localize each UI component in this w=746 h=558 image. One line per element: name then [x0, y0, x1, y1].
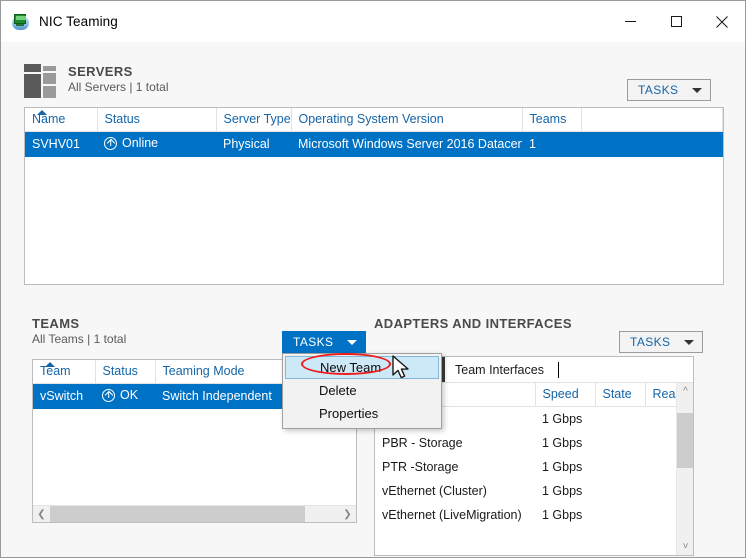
window-title: NIC Teaming	[39, 14, 118, 29]
teams-hscroll-thumb[interactable]	[50, 505, 305, 522]
server-status-text: Online	[122, 136, 159, 150]
scroll-down-icon[interactable]: ˅	[677, 538, 693, 555]
minimize-button[interactable]	[607, 1, 653, 42]
adapter-speed-cell: 1 Gbps	[542, 459, 583, 474]
teams-subheading: All Teams | 1 total	[32, 332, 127, 346]
menu-item-new-team[interactable]: New Team	[285, 356, 439, 379]
adapter-name-cell: PTR -Storage	[382, 459, 459, 474]
scroll-up-icon[interactable]: ^	[677, 383, 693, 400]
teams-tasks-menu: New Team Delete Properties	[282, 353, 442, 429]
adapters-col-state[interactable]: State	[595, 383, 646, 407]
server-type-cell: Physical	[216, 131, 291, 157]
servers-list-panel: Name Status Server Type Operating System…	[24, 107, 724, 285]
adapters-vertical-scrollbar[interactable]: ^ ˅	[676, 383, 693, 555]
adapters-vscroll-thumb[interactable]	[677, 413, 693, 468]
servers-heading: SERVERS	[68, 64, 133, 79]
chevron-down-icon	[347, 339, 358, 345]
server-teams-cell: 1	[522, 131, 581, 157]
adapter-name-cell: PBR - Storage	[382, 435, 463, 450]
servers-col-teams[interactable]: Teams	[522, 108, 582, 132]
teams-horizontal-scrollbar[interactable]: ❮ ❯	[33, 505, 356, 522]
teams-col-status[interactable]: Status	[95, 360, 156, 384]
nic-teaming-window: NIC Teaming SERVERS All Servers | 1 tota…	[0, 0, 746, 558]
arrow-up-circle-icon	[104, 136, 117, 150]
adapters-heading: ADAPTERS AND INTERFACES	[374, 316, 572, 331]
servers-section-header: SERVERS All Servers | 1 total	[68, 64, 169, 94]
menu-item-properties[interactable]: Properties	[283, 402, 441, 425]
chevron-down-icon	[684, 339, 695, 345]
servers-col-server-type[interactable]: Server Type	[216, 108, 292, 132]
tab-focus-caret	[557, 361, 559, 378]
adapters-tasks-button[interactable]: TASKS	[619, 331, 704, 353]
adapters-col-speed[interactable]: Speed	[535, 383, 596, 407]
arrow-up-circle-icon	[102, 388, 115, 402]
adapter-state-cell	[595, 503, 645, 527]
adapters-section-header: ADAPTERS AND INTERFACES	[374, 316, 572, 331]
servers-tasks-button[interactable]: TASKS	[627, 79, 712, 101]
team-status-text: OK	[120, 388, 139, 402]
servers-col-blank	[581, 108, 723, 132]
maximize-button[interactable]	[653, 1, 699, 42]
menu-item-delete-label: Delete	[319, 383, 357, 398]
table-row[interactable]: SVHV01 Online Physical Microsoft Windows…	[25, 131, 723, 157]
teams-col-teaming-mode[interactable]: Teaming Mode	[155, 360, 301, 384]
team-name-cell: vSwitch	[33, 383, 95, 409]
adapters-tasks-label: TASKS	[630, 335, 671, 349]
table-row[interactable]: vEthernet (Cluster) 1 Gbps	[375, 479, 693, 503]
server-status-cell: Online	[97, 131, 216, 157]
teams-heading: TEAMS	[32, 316, 80, 331]
servers-subheading: All Servers | 1 total	[68, 80, 169, 94]
menu-item-new-team-label: New Team	[320, 360, 382, 375]
server-blank-cell	[581, 131, 723, 157]
adapter-speed-cell: 1 Gbps	[542, 435, 583, 450]
servers-col-status[interactable]: Status	[97, 108, 217, 132]
adapter-state-cell	[595, 455, 645, 479]
tab-team-interfaces-label: Team Interfaces	[455, 362, 544, 377]
adapter-state-cell	[595, 431, 645, 455]
scroll-right-icon[interactable]: ❯	[339, 506, 356, 523]
adapter-state-cell	[595, 479, 645, 503]
table-row[interactable]: PBR - Storage 1 Gbps	[375, 431, 693, 455]
teams-section-header: TEAMS All Teams | 1 total	[32, 316, 126, 346]
servers-col-os-version[interactable]: Operating System Version	[291, 108, 523, 132]
adapter-name-cell: vEthernet (Cluster)	[382, 483, 487, 498]
menu-item-delete[interactable]: Delete	[283, 379, 441, 402]
servers-table: Name Status Server Type Operating System…	[25, 108, 723, 157]
teams-col-team[interactable]: Team	[33, 360, 96, 384]
teams-hscroll-track[interactable]	[50, 505, 339, 522]
scroll-left-icon[interactable]: ❮	[33, 506, 50, 523]
server-name-cell: SVHV01	[25, 131, 97, 157]
adapter-speed-cell: 1 Gbps	[542, 507, 583, 522]
window-controls	[607, 1, 745, 42]
servers-tile-icon	[24, 64, 60, 98]
adapter-name-cell: vEthernet (LiveMigration)	[382, 507, 522, 522]
table-row[interactable]: PTR -Storage 1 Gbps	[375, 455, 693, 479]
server-os-cell: Microsoft Windows Server 2016 Datacenter	[291, 131, 522, 157]
servers-header-row: Name Status Server Type Operating System…	[25, 108, 723, 132]
menu-item-properties-label: Properties	[319, 406, 379, 421]
team-mode-cell: Switch Independent	[155, 383, 300, 409]
adapter-speed-cell: 1 Gbps	[542, 483, 583, 498]
servers-tasks-label: TASKS	[638, 83, 679, 97]
adapter-state-cell	[595, 407, 645, 431]
chevron-down-icon	[692, 87, 703, 93]
nic-teaming-icon	[12, 13, 30, 31]
teams-tasks-button[interactable]: TASKS	[282, 331, 367, 353]
servers-col-name[interactable]: Name	[25, 108, 98, 132]
tab-team-interfaces[interactable]: Team Interfaces	[445, 357, 554, 382]
close-button[interactable]	[699, 1, 745, 42]
team-status-cell: OK	[95, 383, 155, 409]
adapter-speed-cell: 1 Gbps	[542, 411, 583, 426]
title-bar: NIC Teaming	[1, 1, 745, 42]
teams-tasks-label: TASKS	[293, 335, 334, 349]
table-row[interactable]: vEthernet (LiveMigration) 1 Gbps	[375, 503, 693, 527]
